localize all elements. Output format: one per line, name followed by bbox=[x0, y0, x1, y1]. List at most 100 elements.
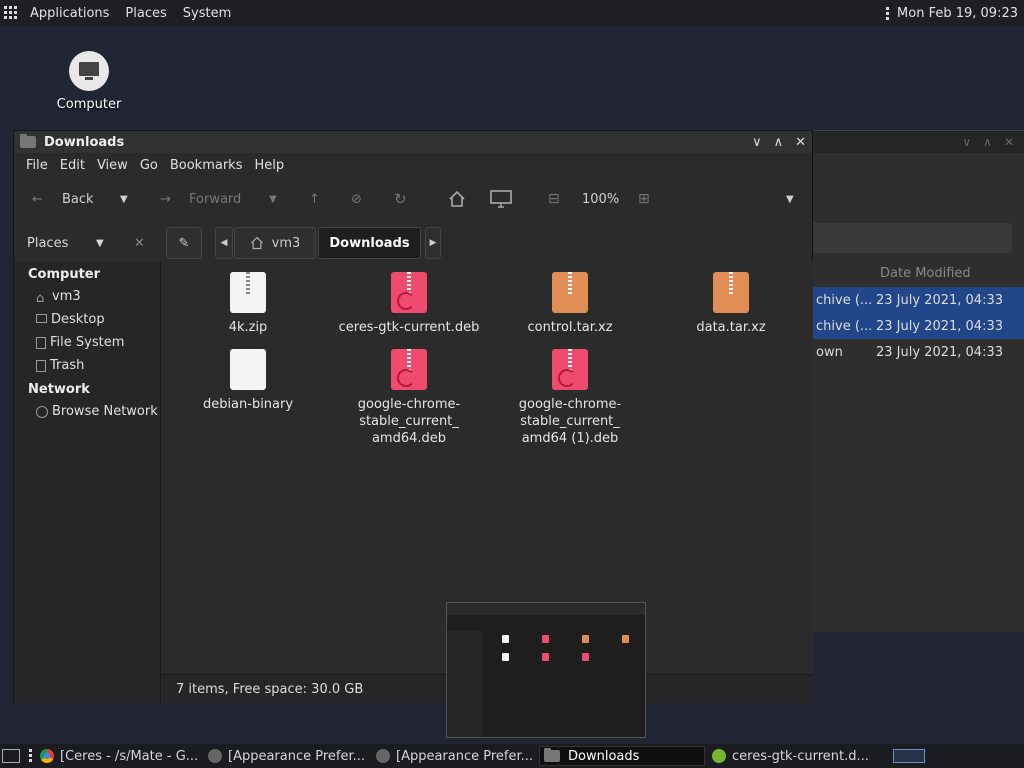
up-arrow-icon[interactable]: ↑ bbox=[309, 177, 320, 221]
places-sidebar: Computer ⌂ vm3 Desktop File System Trash… bbox=[14, 262, 161, 703]
status-text: 7 items, Free space: 30.0 GB bbox=[176, 681, 364, 697]
back-button[interactable]: Back bbox=[62, 177, 94, 221]
show-desktop-icon[interactable] bbox=[2, 749, 20, 763]
crumb-downloads[interactable]: Downloads bbox=[318, 227, 421, 259]
back-history-dropdown-icon[interactable]: ▼ bbox=[120, 177, 128, 221]
file-name: 4k.zip bbox=[228, 320, 268, 335]
edit-location-button[interactable]: ✎ bbox=[166, 227, 202, 259]
close-icon[interactable]: ✕ bbox=[1004, 135, 1014, 149]
applications-grid-icon[interactable] bbox=[4, 6, 18, 20]
appearance-icon bbox=[376, 749, 390, 763]
taskbar-task-label: [Appearance Prefer... bbox=[228, 748, 366, 764]
minimize-icon[interactable]: ∨ bbox=[962, 135, 971, 149]
file-item[interactable]: 4k.zip bbox=[168, 272, 328, 336]
panel-menu-icon[interactable] bbox=[886, 6, 890, 20]
deb-package-icon bbox=[391, 349, 427, 390]
file-item[interactable]: debian-binary bbox=[168, 349, 328, 413]
places-dropdown-icon[interactable]: ▼ bbox=[96, 221, 104, 265]
crumb-label: vm3 bbox=[271, 235, 301, 251]
crumb-vm3[interactable]: vm3 bbox=[234, 227, 316, 259]
stop-icon[interactable]: ⊘ bbox=[351, 177, 362, 221]
home-icon bbox=[250, 236, 263, 250]
sidebar-heading-network: Network bbox=[28, 382, 90, 397]
home-icon[interactable] bbox=[448, 177, 466, 221]
zoom-out-icon[interactable]: ⊟ bbox=[548, 177, 560, 221]
sidebar-item-label: Browse Network bbox=[52, 404, 158, 419]
toolbar-overflow-icon[interactable]: ▼ bbox=[786, 177, 794, 221]
taskbar-task[interactable]: [Appearance Prefer... bbox=[376, 746, 533, 766]
clock[interactable]: Mon Feb 19, 09:23 bbox=[897, 6, 1018, 21]
reload-icon[interactable]: ↻ bbox=[394, 177, 407, 221]
menu-view[interactable]: View bbox=[91, 158, 134, 173]
back-arrow-icon[interactable]: ← bbox=[32, 177, 43, 221]
file-name: control.tar.xz bbox=[527, 320, 613, 335]
computer-icon bbox=[69, 51, 109, 91]
forward-arrow-icon[interactable]: → bbox=[160, 177, 171, 221]
taskbar-task[interactable]: [Appearance Prefer... bbox=[208, 746, 365, 766]
taskbar-task[interactable]: [Ceres - /s/Mate - G... bbox=[40, 746, 198, 766]
path-left-scroll-icon[interactable]: ◀ bbox=[215, 227, 233, 259]
workspace-switcher[interactable] bbox=[893, 749, 925, 763]
sidebar-item-browse-network[interactable]: Browse Network bbox=[14, 400, 160, 423]
window-preview-thumbnail[interactable] bbox=[446, 602, 646, 738]
desktop-icon-label: Computer bbox=[56, 97, 122, 112]
list-row[interactable]: chive (... 23 July 2021, 04:33 bbox=[812, 313, 1024, 339]
list-row[interactable]: own 23 July 2021, 04:33 bbox=[812, 339, 1024, 365]
background-location-bar[interactable] bbox=[812, 223, 1012, 253]
column-header-date-modified[interactable]: Date Modified bbox=[880, 266, 971, 281]
menu-bar: File Edit View Go Bookmarks Help bbox=[14, 153, 812, 177]
crumb-label: Downloads bbox=[329, 235, 410, 251]
menu-edit[interactable]: Edit bbox=[54, 158, 91, 173]
close-icon[interactable]: ✕ bbox=[795, 135, 806, 150]
file-item[interactable]: ceres-gtk-current.deb bbox=[329, 272, 489, 336]
file-name: data.tar.xz bbox=[696, 320, 766, 335]
tar-archive-icon bbox=[552, 272, 588, 313]
background-window-titlebar: ∨ ∧ ✕ bbox=[812, 131, 1024, 153]
file-name: ceres-gtk-current.deb bbox=[338, 320, 480, 335]
forward-button[interactable]: Forward bbox=[189, 177, 241, 221]
taskbar-task[interactable]: ceres-gtk-current.d... bbox=[712, 746, 869, 766]
taskbar-task-active[interactable]: Downloads bbox=[539, 746, 705, 766]
background-file-window[interactable]: ∨ ∧ ✕ Date Modified chive (... 23 July 2… bbox=[812, 130, 1024, 632]
sidebar-item-label: File System bbox=[50, 335, 125, 350]
desktop-icon-computer[interactable]: Computer bbox=[54, 48, 124, 112]
file-name: google-chrome-stable_current_ amd64.deb bbox=[357, 397, 461, 446]
file-manager-window[interactable]: Downloads ∨ ∧ ✕ File Edit View Go Bookma… bbox=[13, 130, 813, 703]
sidebar-places-selector[interactable]: Places bbox=[27, 221, 68, 265]
file-item[interactable]: google-chrome-stable_current_ amd64.deb bbox=[329, 349, 489, 447]
computer-icon[interactable] bbox=[490, 177, 512, 221]
minimize-icon[interactable]: ∨ bbox=[752, 135, 762, 150]
sidebar-item-trash[interactable]: Trash bbox=[14, 354, 160, 377]
sidebar-item-label: Trash bbox=[50, 358, 85, 373]
path-bar: Places ▼ ✕ ✎ ◀ vm3 Downloads ▶ bbox=[14, 221, 812, 265]
blank-file-icon bbox=[230, 349, 266, 390]
maximize-icon[interactable]: ∧ bbox=[774, 135, 784, 150]
close-sidebar-icon[interactable]: ✕ bbox=[134, 221, 145, 265]
zoom-level[interactable]: 100% bbox=[582, 177, 619, 221]
sidebar-item-desktop[interactable]: Desktop bbox=[14, 308, 160, 331]
applications-menu[interactable]: Applications bbox=[22, 0, 117, 26]
list-row-type: own bbox=[816, 344, 843, 360]
file-item[interactable]: google-chrome-stable_current_ amd64 (1).d… bbox=[490, 349, 650, 447]
menu-bookmarks[interactable]: Bookmarks bbox=[164, 158, 249, 173]
folder-icon bbox=[20, 134, 36, 148]
places-menu[interactable]: Places bbox=[117, 0, 174, 26]
list-row[interactable]: chive (... 23 July 2021, 04:33 bbox=[812, 287, 1024, 313]
sidebar-item-label: Desktop bbox=[51, 312, 105, 327]
zoom-in-icon[interactable]: ⊞ bbox=[638, 177, 650, 221]
menu-file[interactable]: File bbox=[20, 158, 54, 173]
path-right-scroll-icon[interactable]: ▶ bbox=[425, 227, 441, 259]
maximize-icon[interactable]: ∧ bbox=[983, 135, 992, 149]
forward-history-dropdown-icon[interactable]: ▼ bbox=[269, 177, 277, 221]
file-item[interactable]: control.tar.xz bbox=[490, 272, 650, 336]
taskbar-handle-icon[interactable] bbox=[29, 749, 32, 762]
file-item[interactable]: data.tar.xz bbox=[651, 272, 811, 336]
menu-help[interactable]: Help bbox=[248, 158, 290, 173]
sidebar-item-file-system[interactable]: File System bbox=[14, 331, 160, 354]
sidebar-item-vm3[interactable]: ⌂ vm3 bbox=[14, 285, 160, 308]
menu-go[interactable]: Go bbox=[134, 158, 164, 173]
home-icon: ⌂ bbox=[36, 290, 45, 306]
system-menu[interactable]: System bbox=[175, 0, 239, 26]
package-icon bbox=[712, 749, 726, 763]
window-titlebar[interactable]: Downloads ∨ ∧ ✕ bbox=[14, 131, 812, 153]
